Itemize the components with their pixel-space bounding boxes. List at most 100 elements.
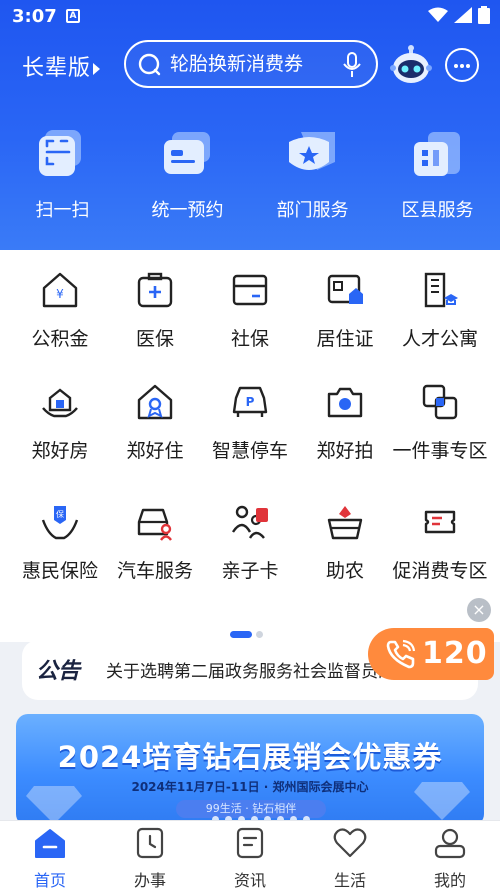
profile-icon [434,828,466,859]
service-insurance[interactable]: 保 惠民保险 [10,502,110,586]
heart-icon [333,828,367,858]
quick-appointment-label: 统一预约 [151,200,224,221]
service-consumption-zone[interactable]: 促消费专区 [390,502,490,586]
service-camera[interactable]: 郑好拍 [295,382,395,466]
wifi-icon [428,7,448,22]
services-grid: ¥ 公积金 医保 社保 居住证 人才公寓 郑好房 郑好住 P 智慧停车 郑好拍 … [0,250,500,642]
service-housing-fund[interactable]: ¥ 公积金 [10,270,110,354]
coupon-icon [424,510,456,534]
quick-appointment[interactable]: 统一预约 [125,128,250,222]
talent-apartment-icon [424,272,458,308]
status-time: 3:07 [12,6,57,27]
insurance-hands-icon: 保 [41,506,79,540]
top-bar: 长辈版 [0,40,500,90]
district-building-icon [413,132,460,176]
clock-icon [136,827,164,859]
tab-news[interactable]: 资讯 [200,821,300,888]
banner-title: 2024培育钻石展销会优惠券 [57,740,443,774]
service-label: 社保 [230,328,269,350]
search-icon [138,53,161,76]
good-house-icon [42,388,78,418]
svg-text:保: 保 [56,509,64,519]
quick-department-label: 部门服务 [276,200,349,221]
elder-mode-toggle[interactable]: 长辈版 [22,50,101,82]
close-icon[interactable]: × [467,598,491,622]
quick-department[interactable]: 部门服务 [250,128,375,222]
quick-district-label: 区县服务 [401,200,474,221]
medical-insurance-icon [137,272,173,308]
quick-actions: 扫一扫 统一预约 部门服务 区县服务 [0,128,500,222]
svg-text:¥: ¥ [56,287,64,301]
service-social-security[interactable]: 社保 [200,270,300,354]
status-bar: 3:07 A [0,0,500,34]
appointment-card-icon [163,132,210,174]
banner-subtitle: 2024年11月7日-11日 · 郑州国际会展中心 [131,780,369,794]
car-service-icon [137,508,172,541]
emergency-call-button[interactable]: 120 [368,628,494,680]
housing-fund-icon: ¥ [42,272,78,308]
quick-scan-label: 扫一扫 [35,200,90,221]
service-label: 公积金 [31,328,89,350]
tab-label: 首页 [33,871,66,888]
service-residence-permit[interactable]: 居住证 [295,270,395,354]
promo-banner[interactable]: 2024培育钻石展销会优惠券 2024年11月7日-11日 · 郑州国际会展中心… [16,714,484,826]
service-label: 医保 [135,328,174,350]
assistant-robot-icon[interactable] [390,42,432,86]
tab-label: 我的 [433,871,466,888]
tab-services[interactable]: 办事 [100,821,200,888]
service-good-living[interactable]: 郑好住 [105,382,205,466]
scan-icon [38,130,81,176]
quick-district[interactable]: 区县服务 [375,128,500,222]
quick-scan[interactable]: 扫一扫 [0,128,125,222]
service-farm-help[interactable]: 助农 [295,502,395,586]
service-label: 一件事专区 [392,440,488,462]
phone-icon [386,639,416,669]
service-talent-apartment[interactable]: 人才公寓 [390,270,490,354]
header-background: 3:07 A 长辈版 轮胎换新消费券 扫一扫 统一预约 部门服务 区县服务 [0,0,500,250]
service-good-house[interactable]: 郑好房 [10,382,110,466]
service-label: 汽车服务 [116,560,193,582]
service-label: 亲子卡 [221,560,279,582]
service-label: 智慧停车 [211,440,288,462]
service-parent-child-card[interactable]: 亲子卡 [200,502,300,586]
elder-mode-label: 长辈版 [22,56,92,81]
caret-right-icon [93,63,101,75]
camera-icon [327,387,363,418]
social-security-card-icon [232,274,268,306]
service-one-thing-zone[interactable]: 一件事专区 [390,382,490,466]
service-label: 居住证 [316,328,374,350]
system-icons [428,6,490,24]
tab-home[interactable]: 首页 [0,821,100,888]
news-icon [236,827,264,859]
service-label: 郑好住 [126,440,184,462]
service-label: 惠民保险 [21,560,98,582]
battery-icon [478,6,490,24]
microphone-icon[interactable] [342,52,362,78]
notification-a-icon: A [66,9,80,23]
farm-basket-icon [327,506,363,540]
tab-label: 生活 [333,871,366,888]
one-thing-zone-icon [422,384,458,420]
notice-title: 公告 [36,659,81,684]
tab-life[interactable]: 生活 [300,821,400,888]
residence-permit-icon [327,274,363,304]
service-car[interactable]: 汽车服务 [105,502,205,586]
bottom-navigation: 首页 办事 资讯 生活 我的 [0,820,500,888]
search-input[interactable] [170,51,330,77]
smart-parking-icon: P [232,386,268,417]
signal-icon [454,7,472,23]
service-smart-parking[interactable]: P 智慧停车 [200,382,300,466]
department-star-icon [288,132,335,170]
emergency-number: 120 [422,636,488,671]
good-living-icon [137,384,173,420]
search-bar[interactable] [124,40,378,88]
tab-label: 资讯 [233,871,266,888]
service-label: 助农 [325,560,364,582]
home-icon [35,829,65,858]
service-label: 郑好拍 [316,440,374,462]
svg-text:P: P [246,395,255,409]
service-medical-insurance[interactable]: 医保 [105,270,205,354]
service-label: 促消费专区 [392,560,488,582]
more-options-button[interactable] [445,48,479,82]
tab-profile[interactable]: 我的 [400,821,500,888]
